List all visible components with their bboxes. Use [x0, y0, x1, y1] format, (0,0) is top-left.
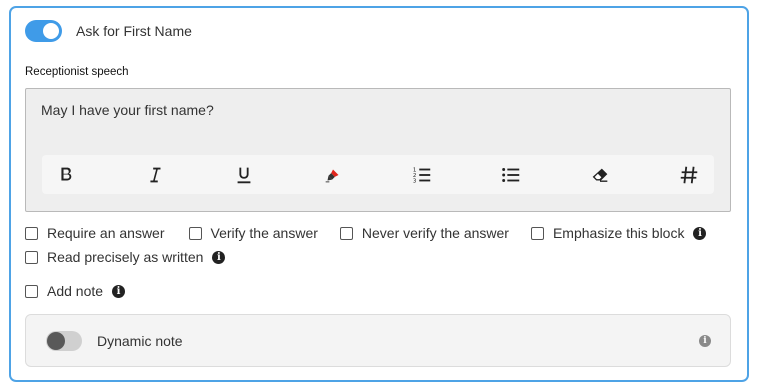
speech-text[interactable]: May I have your first name?: [41, 102, 214, 118]
toggle-knob: [43, 23, 59, 39]
dynamic-note-panel: Dynamic note i: [25, 314, 731, 367]
ordered-list-button[interactable]: 1 2 3: [410, 163, 434, 187]
receptionist-speech-label: Receptionist speech: [25, 66, 129, 78]
highlight-button[interactable]: [321, 163, 345, 187]
bold-button[interactable]: [54, 163, 78, 187]
options-row-1: Require an answer Verify the answer Neve…: [25, 225, 707, 241]
read-precisely-label: Read precisely as written: [47, 249, 204, 265]
never-verify-option[interactable]: Never verify the answer: [339, 225, 509, 241]
format-toolbar: 1 2 3: [42, 155, 714, 194]
bullet-list-button[interactable]: [499, 163, 523, 187]
add-note-option[interactable]: Add note i: [25, 283, 126, 299]
options-row-3: Add note i: [25, 283, 126, 299]
read-precisely-option[interactable]: Read precisely as written i: [25, 249, 226, 265]
info-icon[interactable]: i: [699, 335, 711, 347]
question-block-card: Ask for First Name Receptionist speech M…: [9, 6, 749, 382]
italic-icon: [150, 167, 161, 183]
hash-icon: [680, 166, 698, 184]
eraser-icon: [592, 168, 608, 182]
add-note-checkbox[interactable]: [25, 284, 38, 298]
highlighter-icon: [325, 169, 339, 183]
toggle-knob: [47, 332, 65, 350]
dynamic-note-toggle[interactable]: [46, 331, 82, 351]
emphasize-checkbox[interactable]: [530, 226, 544, 240]
never-verify-checkbox[interactable]: [339, 226, 353, 240]
add-note-label: Add note: [47, 283, 104, 299]
info-icon[interactable]: i: [212, 250, 226, 264]
ordered-list-icon: 1 2 3: [413, 167, 431, 184]
bold-icon: [61, 167, 72, 181]
ask-first-name-row: Ask for First Name: [25, 20, 192, 42]
ask-first-name-label: Ask for First Name: [76, 23, 192, 39]
require-answer-label: Require an answer: [47, 225, 165, 241]
speech-editor[interactable]: May I have your first name? 1 2 3: [25, 88, 731, 212]
verify-answer-label: Verify the answer: [210, 225, 318, 241]
options-row-2: Read precisely as written i: [25, 249, 226, 265]
variable-button[interactable]: [677, 163, 701, 187]
require-answer-checkbox[interactable]: [25, 226, 38, 240]
clear-format-button[interactable]: [588, 163, 612, 187]
svg-text:3: 3: [413, 178, 417, 184]
never-verify-label: Never verify the answer: [361, 225, 509, 241]
verify-answer-checkbox[interactable]: [188, 226, 202, 240]
emphasize-option[interactable]: Emphasize this block i: [530, 225, 707, 241]
emphasize-label: Emphasize this block: [552, 225, 685, 241]
underline-button[interactable]: [232, 163, 256, 187]
italic-button[interactable]: [143, 163, 167, 187]
verify-answer-option[interactable]: Verify the answer: [188, 225, 318, 241]
underline-icon: [237, 167, 251, 184]
require-answer-option[interactable]: Require an answer: [25, 225, 165, 241]
bullet-list-icon: [502, 168, 520, 182]
info-icon[interactable]: i: [693, 226, 707, 240]
ask-first-name-toggle[interactable]: [25, 20, 62, 42]
info-icon[interactable]: i: [112, 284, 126, 298]
dynamic-note-label: Dynamic note: [97, 333, 183, 349]
read-precisely-checkbox[interactable]: [25, 250, 38, 264]
